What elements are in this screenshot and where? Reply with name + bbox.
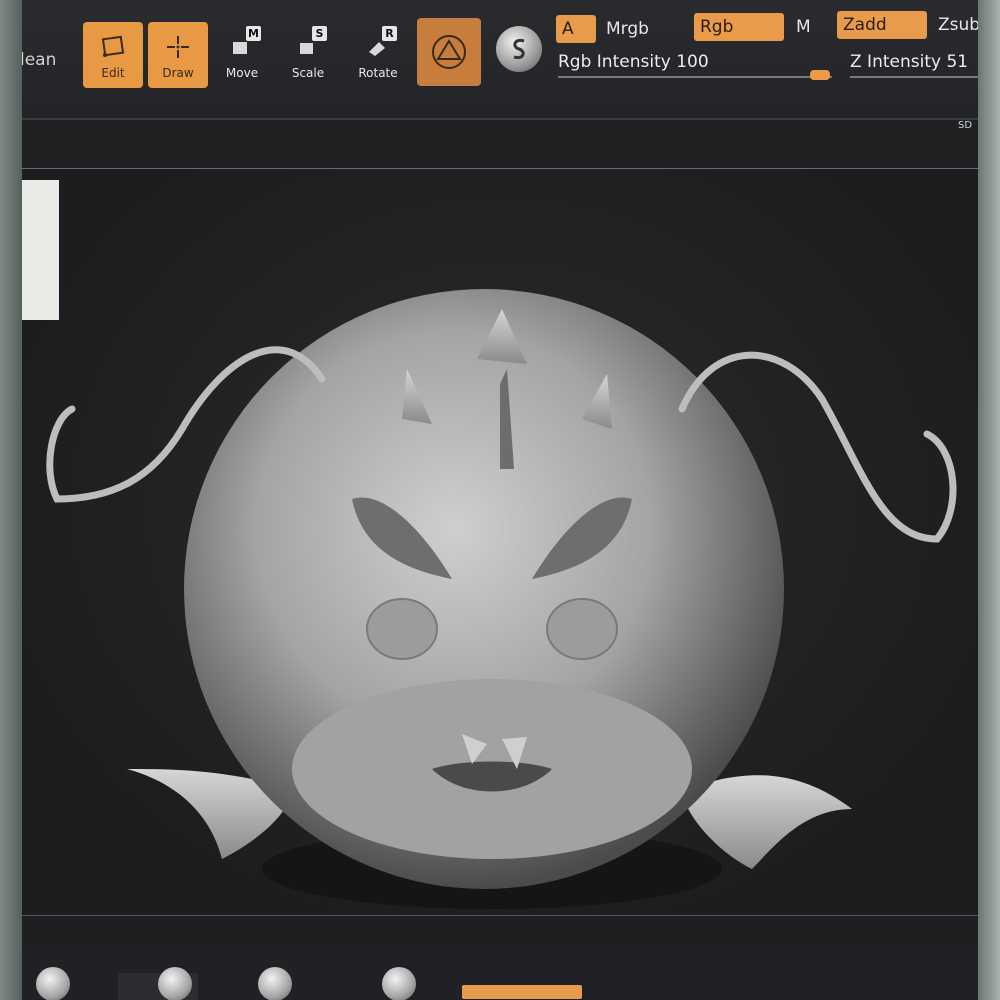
draw-button[interactable]: Draw <box>148 22 208 88</box>
z-intensity-label: Z Intensity 51 <box>850 52 969 72</box>
m-toggle[interactable]: M <box>790 13 826 41</box>
rotate-button[interactable]: R Rotate <box>348 22 408 88</box>
monitor-bezel-left <box>0 0 22 1000</box>
move-icon: M <box>229 26 261 60</box>
a-toggle[interactable]: A <box>556 15 596 43</box>
rgb-intensity-label: Rgb Intensity 100 <box>558 52 709 72</box>
right-cheek <box>546 598 618 660</box>
sculpt-model[interactable] <box>22 169 978 914</box>
move-label: Move <box>225 66 259 80</box>
rotate-hotkey: R <box>382 26 397 41</box>
scale-hotkey: S <box>312 26 327 41</box>
top-toolbar: lean Edit Draw M Move S Scale R Rotate A… <box>22 0 978 120</box>
zbrush-screen: lean Edit Draw M Move S Scale R Rotate A… <box>22 0 978 1000</box>
canvas-border-bottom <box>22 915 978 916</box>
left-cheek <box>366 598 438 660</box>
rotate-icon: R <box>365 26 397 60</box>
move-button[interactable]: M Move <box>212 22 272 88</box>
rgb-toggle[interactable]: Rgb <box>694 13 784 41</box>
symmetry-button[interactable] <box>496 26 542 72</box>
rotate-label: Rotate <box>358 66 398 80</box>
edit-frame-icon <box>100 34 126 60</box>
material-sphere-button[interactable] <box>417 18 481 86</box>
clean-label: lean <box>22 50 57 70</box>
document-header <box>22 120 978 168</box>
monitor-bezel-right <box>978 0 1000 1000</box>
edit-label: Edit <box>101 66 125 80</box>
right-clipped-panel: SD <box>956 30 978 131</box>
zadd-toggle[interactable]: Zadd <box>837 11 927 39</box>
brush-thumb-4[interactable] <box>382 967 416 1000</box>
rgb-intensity-thumb[interactable] <box>810 70 830 80</box>
material-sphere-icon <box>432 35 466 69</box>
rgb-intensity-slider[interactable] <box>558 76 832 78</box>
mrgb-toggle[interactable]: Mrgb <box>600 15 670 43</box>
brush-thumb-1[interactable] <box>36 967 70 1000</box>
active-tray-indicator <box>462 985 582 999</box>
right-clipped-text: SD <box>958 120 973 131</box>
brush-thumb-3[interactable] <box>258 967 292 1000</box>
scale-icon: S <box>295 26 327 60</box>
scale-label: Scale <box>291 66 325 80</box>
symmetry-icon <box>513 38 525 60</box>
crosshair-icon <box>165 34 191 60</box>
right-fin <box>682 775 852 869</box>
brush-thumb-2[interactable] <box>158 967 192 1000</box>
edit-button[interactable]: Edit <box>83 22 143 88</box>
move-hotkey: M <box>246 26 261 41</box>
brush-tray <box>22 945 978 1000</box>
scale-button[interactable]: S Scale <box>278 22 338 88</box>
draw-label: Draw <box>162 66 194 80</box>
